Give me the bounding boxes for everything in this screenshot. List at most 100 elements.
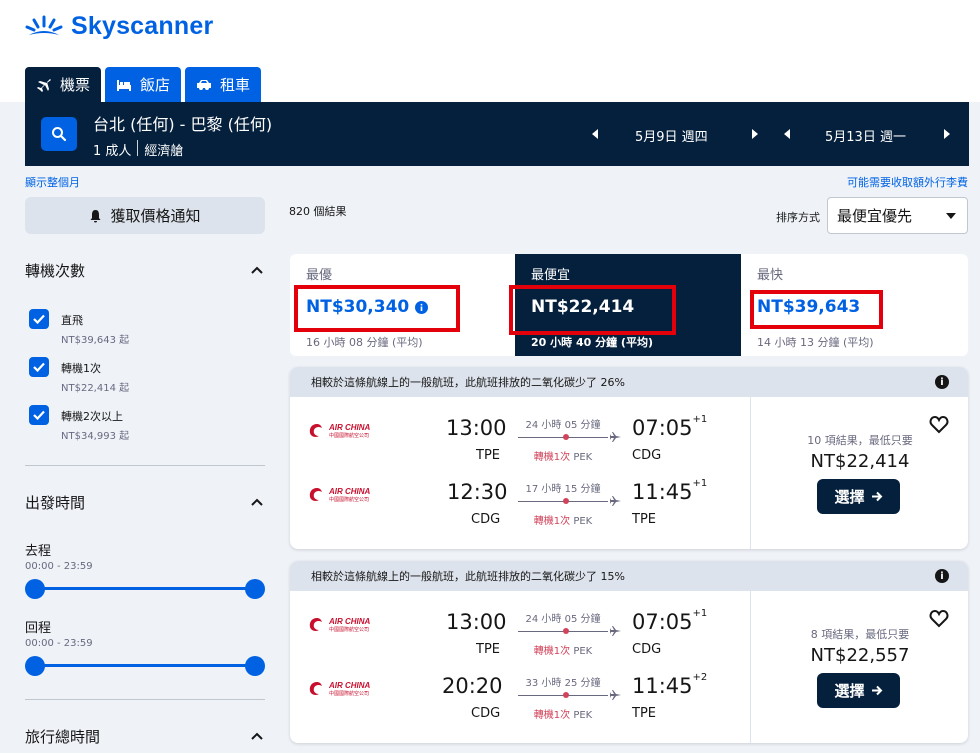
tab-hotels[interactable]: 飯店	[105, 67, 182, 102]
show-whole-month-link[interactable]: 顯示整個月	[25, 174, 80, 190]
chevron-up-icon[interactable]	[251, 732, 263, 740]
select-label: 選擇	[834, 682, 865, 700]
outbound-slider-track[interactable]	[35, 587, 255, 590]
tab-flights[interactable]: 機票	[25, 67, 102, 102]
info-icon[interactable]: i	[935, 375, 949, 389]
departure-airport: CDG	[471, 706, 501, 721]
sort-value: 最便宜優先	[837, 207, 913, 225]
two-plus-stops-price: NT$34,993 起	[61, 431, 130, 442]
arrival-airport: CDG	[632, 642, 662, 657]
departure-airport: CDG	[471, 512, 501, 527]
arrival-airport: TPE	[632, 512, 656, 527]
departure-airport: TPE	[476, 642, 500, 657]
divider	[137, 140, 139, 156]
tab-car-hire[interactable]: 租車	[185, 67, 262, 102]
air-china-phoenix-icon	[309, 618, 322, 631]
flight-result-card[interactable]: 相較於這條航線上的一般航班，此航班排放的二氧化碳少了 26% i AIR CHI…	[290, 367, 968, 549]
sort-tab-duration: 16 小時 08 分鐘 (平均)	[306, 336, 423, 349]
eco-banner: 相較於這條航線上的一般航班，此航班排放的二氧化碳少了 26% i	[290, 367, 968, 397]
highlight-box	[509, 285, 676, 335]
return-slider-min-handle[interactable]	[25, 656, 45, 676]
route-text[interactable]: 台北 (任何) - 巴黎 (任何)	[93, 111, 272, 135]
return-slider-max-handle[interactable]	[245, 656, 265, 676]
eco-banner: 相較於這條航線上的一般航班，此航班排放的二氧化碳少了 15% i	[290, 561, 968, 591]
airline-logo: AIR CHINA 中國國際航空公司	[308, 617, 370, 633]
skyscanner-logo[interactable]: Skyscanner	[25, 12, 213, 41]
divider	[750, 397, 751, 549]
car-icon	[197, 79, 212, 90]
airline-logo: AIR CHINA 中國國際航空公司	[308, 681, 370, 697]
stops-info: 轉機1次 PEK	[533, 452, 593, 463]
info-icon[interactable]: i	[935, 569, 949, 583]
departure-time: 20:20	[442, 674, 503, 698]
stops-info: 轉機1次 PEK	[533, 710, 593, 721]
return-slider-track[interactable]	[35, 664, 255, 667]
product-tabs: 機票 飯店 租車	[25, 67, 262, 102]
chevron-up-icon[interactable]	[251, 498, 263, 506]
direct-checkbox[interactable]	[29, 309, 49, 329]
direct-label: 直飛	[61, 314, 83, 327]
return-label: 回程	[25, 621, 52, 636]
chevron-left-icon[interactable]	[783, 129, 791, 139]
tab-hotels-label: 飯店	[140, 76, 171, 94]
traveller-cabin-summary[interactable]: 1 成人 經濟艙	[93, 140, 183, 159]
departure-time: 13:00	[446, 610, 507, 634]
sort-tab-title: 最快	[757, 268, 784, 283]
one-stop-checkbox[interactable]	[29, 357, 49, 377]
sort-label: 排序方式	[776, 211, 820, 224]
price-alert-button[interactable]: 獲取價格通知	[25, 197, 265, 234]
two-plus-stops-label: 轉機2次以上	[61, 410, 123, 423]
arrow-right-icon	[871, 685, 882, 696]
extra-fees-link[interactable]: 可能需要收取額外行李費	[847, 174, 968, 190]
outbound-slider-max-handle[interactable]	[245, 579, 265, 599]
checkmark-icon	[33, 362, 45, 372]
plane-icon	[610, 432, 621, 442]
departure-time: 12:30	[447, 480, 508, 504]
one-stop-price: NT$22,414 起	[61, 383, 130, 394]
departure-times-title: 出發時間	[25, 494, 86, 512]
sort-tab-duration: 14 小時 13 分鐘 (平均)	[757, 336, 874, 349]
flight-duration: 24 小時 05 分鐘	[525, 614, 601, 625]
search-summary-bar[interactable]: 台北 (任何) - 巴黎 (任何) 1 成人 經濟艙 5月9日 週四 5月13日…	[25, 102, 969, 166]
plane-icon	[37, 78, 51, 92]
stops-info: 轉機1次 PEK	[533, 516, 593, 527]
chevron-up-icon[interactable]	[251, 266, 263, 274]
select-button[interactable]: 選擇	[817, 673, 900, 708]
flight-result-card[interactable]: 相較於這條航線上的一般航班，此航班排放的二氧化碳少了 15% i AIR CHI…	[290, 561, 968, 743]
sort-select[interactable]: 最便宜優先	[827, 197, 968, 234]
depart-date-picker: 5月9日 週四	[591, 102, 763, 166]
stop-dot	[563, 692, 569, 698]
eco-text: 相較於這條航線上的一般航班，此航班排放的二氧化碳少了 26%	[311, 376, 625, 389]
tab-flights-label: 機票	[60, 76, 91, 94]
chevron-left-icon[interactable]	[591, 129, 599, 139]
stops-filter-title: 轉機次數	[25, 262, 86, 280]
airline-logo: AIR CHINA 中國國際航空公司	[308, 487, 370, 503]
arrival-airport: TPE	[632, 706, 656, 721]
outbound-slider-min-handle[interactable]	[25, 579, 45, 599]
depart-date[interactable]: 5月9日 週四	[635, 126, 708, 145]
checkmark-icon	[33, 314, 45, 324]
departure-airport: TPE	[476, 448, 500, 463]
return-date[interactable]: 5月13日 週一	[825, 126, 906, 145]
card-price: NT$22,557	[810, 645, 910, 666]
highlight-box	[750, 290, 883, 329]
search-button[interactable]	[41, 117, 77, 151]
airline-logo: AIR CHINA 中國國際航空公司	[308, 423, 370, 439]
chevron-right-icon[interactable]	[943, 129, 951, 139]
one-stop-label: 轉機1次	[61, 362, 101, 375]
direct-price: NT$39,643 起	[61, 335, 130, 346]
flight-duration: 17 小時 15 分鐘	[525, 484, 601, 495]
cabin-text: 經濟艙	[144, 144, 184, 159]
air-china-phoenix-icon	[309, 424, 322, 437]
travellers-text: 1 成人	[93, 144, 132, 159]
select-button[interactable]: 選擇	[817, 479, 900, 514]
bell-icon	[90, 209, 101, 222]
stop-dot	[563, 434, 569, 440]
sort-tab-duration: 20 小時 40 分鐘 (平均)	[531, 336, 653, 349]
two-plus-stops-checkbox[interactable]	[29, 405, 49, 425]
checkmark-icon	[33, 410, 45, 420]
price-alert-label: 獲取價格通知	[110, 207, 201, 225]
search-icon	[52, 127, 67, 142]
chevron-right-icon[interactable]	[751, 129, 759, 139]
deals-count: 8 項結果，最低只要	[810, 628, 910, 641]
